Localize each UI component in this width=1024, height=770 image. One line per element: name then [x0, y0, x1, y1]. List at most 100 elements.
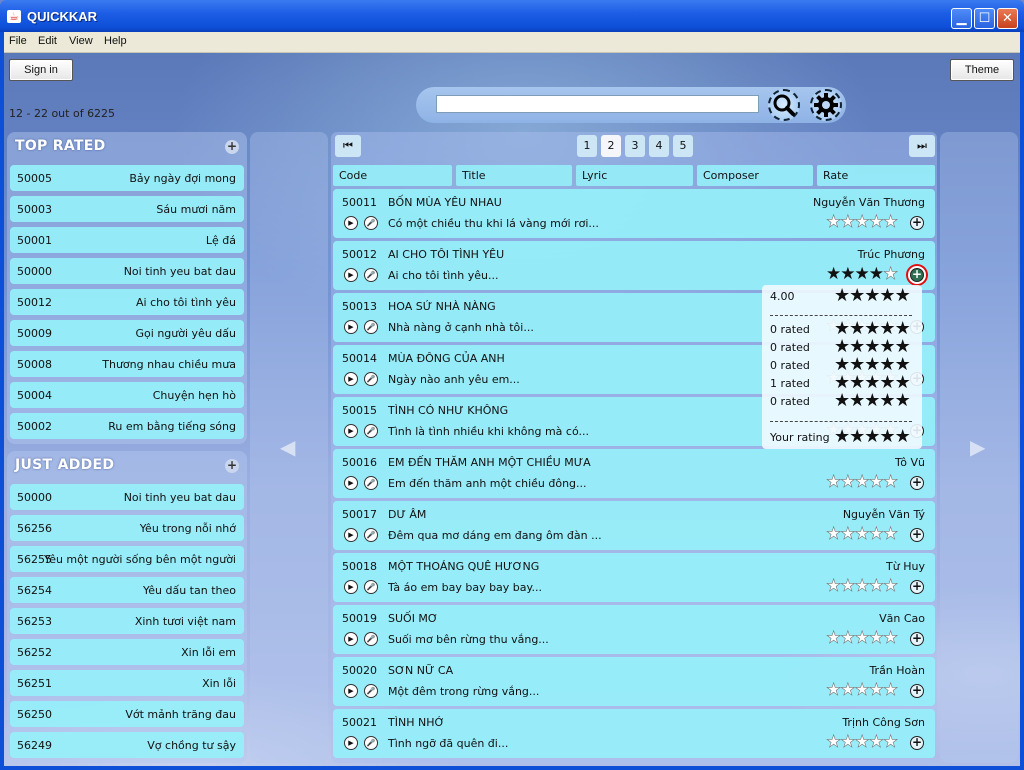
your-rating-stars[interactable]: ★★★★★ — [834, 428, 911, 446]
rate-button[interactable]: + — [910, 268, 924, 282]
just-added-item[interactable]: 56254 Yêu dấu tan theo — [10, 577, 244, 603]
karaoke-button[interactable]: 🎤 — [364, 476, 378, 490]
menu-edit[interactable]: Edit — [38, 35, 57, 47]
song-code: 50016 — [342, 456, 377, 469]
play-button[interactable]: ▶ — [344, 424, 358, 438]
top-rated-item[interactable]: 50004 Chuyện hẹn hò — [10, 382, 244, 408]
song-rating-stars[interactable]: ★★★★★ — [826, 629, 899, 647]
top-rated-item[interactable]: 50012 Ai cho tôi tình yêu — [10, 289, 244, 315]
karaoke-button[interactable]: 🎤 — [364, 736, 378, 750]
play-button[interactable]: ▶ — [344, 528, 358, 542]
song-row[interactable]: 50017 DƯ ÂM Nguyễn Văn Tý ▶ 🎤 Đêm qua mơ… — [333, 501, 935, 550]
rate-button[interactable]: + — [910, 216, 924, 230]
rate-button[interactable]: + — [910, 632, 924, 646]
menu-view[interactable]: View — [69, 35, 93, 47]
just-added-item[interactable]: 56250 Vớt mảnh trăng đau — [10, 701, 244, 727]
top-rated-item[interactable]: 50003 Sáu mươi năm — [10, 196, 244, 222]
just-added-item[interactable]: 56253 Xinh tươi việt nam — [10, 608, 244, 634]
karaoke-button[interactable]: 🎤 — [364, 684, 378, 698]
column-header-code[interactable]: Code — [333, 165, 452, 186]
karaoke-button[interactable]: 🎤 — [364, 216, 378, 230]
page-button-1[interactable]: 1 — [577, 135, 597, 157]
prev-page-panel[interactable]: ◀ — [250, 132, 328, 763]
karaoke-button[interactable]: 🎤 — [364, 268, 378, 282]
search-button[interactable] — [768, 89, 800, 121]
first-page-button[interactable]: ⏮ — [335, 135, 361, 157]
page-button-4[interactable]: 4 — [649, 135, 669, 157]
theme-button[interactable]: Theme — [950, 59, 1014, 81]
gear-icon — [814, 93, 838, 117]
song-row[interactable]: 50020 SƠN NỮ CA Trần Hoàn ▶ 🎤 Một đêm tr… — [333, 657, 935, 706]
song-row[interactable]: 50018 MỘT THOÁNG QUÊ HƯƠNG Từ Huy ▶ 🎤 Tà… — [333, 553, 935, 602]
play-button[interactable]: ▶ — [344, 216, 358, 230]
song-rating-stars[interactable]: ★★★★★ — [826, 213, 899, 231]
song-row[interactable]: 50021 TÌNH NHỚ Trịnh Công Sơn ▶ 🎤 Tình n… — [333, 709, 935, 758]
song-rating-stars[interactable]: ★★★★★ — [826, 577, 899, 595]
play-icon: ▶ — [348, 427, 354, 435]
rate-button[interactable]: + — [910, 528, 924, 542]
menu-help[interactable]: Help — [104, 35, 127, 47]
song-rating-stars[interactable]: ★★★★★ — [826, 265, 899, 283]
title-bar: ☕ QUICKKAR ▁ ☐ ✕ — [0, 0, 1024, 32]
song-rating-stars[interactable]: ★★★★★ — [826, 473, 899, 491]
just-added-panel: JUST ADDED + 50000 Noi tinh yeu bat dau 5… — [7, 451, 247, 763]
sign-in-button[interactable]: Sign in — [9, 59, 73, 81]
play-button[interactable]: ▶ — [344, 372, 358, 386]
rate-button[interactable]: + — [910, 736, 924, 750]
karaoke-button[interactable]: 🎤 — [364, 372, 378, 386]
play-button[interactable]: ▶ — [344, 580, 358, 594]
just-added-item[interactable]: 56251 Xin lỗi — [10, 670, 244, 696]
top-rated-item[interactable]: 50005 Bảy ngày đợi mong — [10, 165, 244, 191]
karaoke-button[interactable]: 🎤 — [364, 632, 378, 646]
settings-button[interactable] — [810, 89, 842, 121]
right-arrow-icon[interactable]: ▶ — [970, 435, 985, 459]
song-row[interactable]: 50012 AI CHO TÔI TÌNH YÊU Trúc Phương ▶ … — [333, 241, 935, 290]
song-row[interactable]: 50019 SUỐI MƠ Văn Cao ▶ 🎤 Suối mơ bên rừ… — [333, 605, 935, 654]
karaoke-button[interactable]: 🎤 — [364, 580, 378, 594]
just-added-item[interactable]: 56252 Xin lỗi em — [10, 639, 244, 665]
play-button[interactable]: ▶ — [344, 684, 358, 698]
karaoke-button[interactable]: 🎤 — [364, 320, 378, 334]
song-row[interactable]: 50016 EM ĐẾN THĂM ANH MỘT CHIỀU MƯA Tô V… — [333, 449, 935, 498]
song-rating-stars[interactable]: ★★★★★ — [826, 681, 899, 699]
rate-button[interactable]: + — [910, 684, 924, 698]
rate-button[interactable]: + — [910, 476, 924, 490]
karaoke-button[interactable]: 🎤 — [364, 424, 378, 438]
maximize-button[interactable]: ☐ — [974, 8, 995, 29]
song-rating-stars[interactable]: ★★★★★ — [826, 733, 899, 751]
top-rated-item[interactable]: 50002 Ru em bằng tiếng sóng — [10, 413, 244, 439]
just-added-item[interactable]: 56249 Vợ chồng tư sậy — [10, 732, 244, 758]
next-page-panel[interactable]: ▶ — [940, 132, 1018, 763]
play-button[interactable]: ▶ — [344, 320, 358, 334]
search-input[interactable] — [436, 95, 759, 113]
karaoke-button[interactable]: 🎤 — [364, 528, 378, 542]
top-rated-item[interactable]: 50000 Noi tinh yeu bat dau — [10, 258, 244, 284]
left-arrow-icon[interactable]: ◀ — [280, 435, 295, 459]
page-button-2[interactable]: 2 — [601, 135, 621, 157]
column-header-composer[interactable]: Composer — [697, 165, 813, 186]
play-button[interactable]: ▶ — [344, 268, 358, 282]
column-header-rate[interactable]: Rate — [817, 165, 935, 186]
close-button[interactable]: ✕ — [997, 8, 1018, 29]
play-button[interactable]: ▶ — [344, 476, 358, 490]
top-rated-item[interactable]: 50008 Thương nhau chiều mưa — [10, 351, 244, 377]
play-button[interactable]: ▶ — [344, 736, 358, 750]
top-rated-item[interactable]: 50001 Lệ đá — [10, 227, 244, 253]
last-page-button[interactable]: ⏭ — [909, 135, 935, 157]
column-header-title[interactable]: Title — [456, 165, 572, 186]
page-button-5[interactable]: 5 — [673, 135, 693, 157]
top-rated-expand-button[interactable]: + — [225, 140, 239, 154]
column-header-lyric[interactable]: Lyric — [576, 165, 693, 186]
menu-file[interactable]: File — [9, 35, 27, 47]
play-button[interactable]: ▶ — [344, 632, 358, 646]
just-added-item[interactable]: 50000 Noi tinh yeu bat dau — [10, 484, 244, 510]
just-added-item[interactable]: 56255 Yêu một người sống bên một người — [10, 546, 244, 572]
just-added-expand-button[interactable]: + — [225, 459, 239, 473]
song-rating-stars[interactable]: ★★★★★ — [826, 525, 899, 543]
page-button-3[interactable]: 3 — [625, 135, 645, 157]
rate-button[interactable]: + — [910, 580, 924, 594]
minimize-button[interactable]: ▁ — [951, 8, 972, 29]
song-row[interactable]: 50011 BỐN MÙA YÊU NHAU Nguyễn Văn Thương… — [333, 189, 935, 238]
just-added-item[interactable]: 56256 Yêu trong nỗi nhớ — [10, 515, 244, 541]
top-rated-item[interactable]: 50009 Gọi người yêu dấu — [10, 320, 244, 346]
